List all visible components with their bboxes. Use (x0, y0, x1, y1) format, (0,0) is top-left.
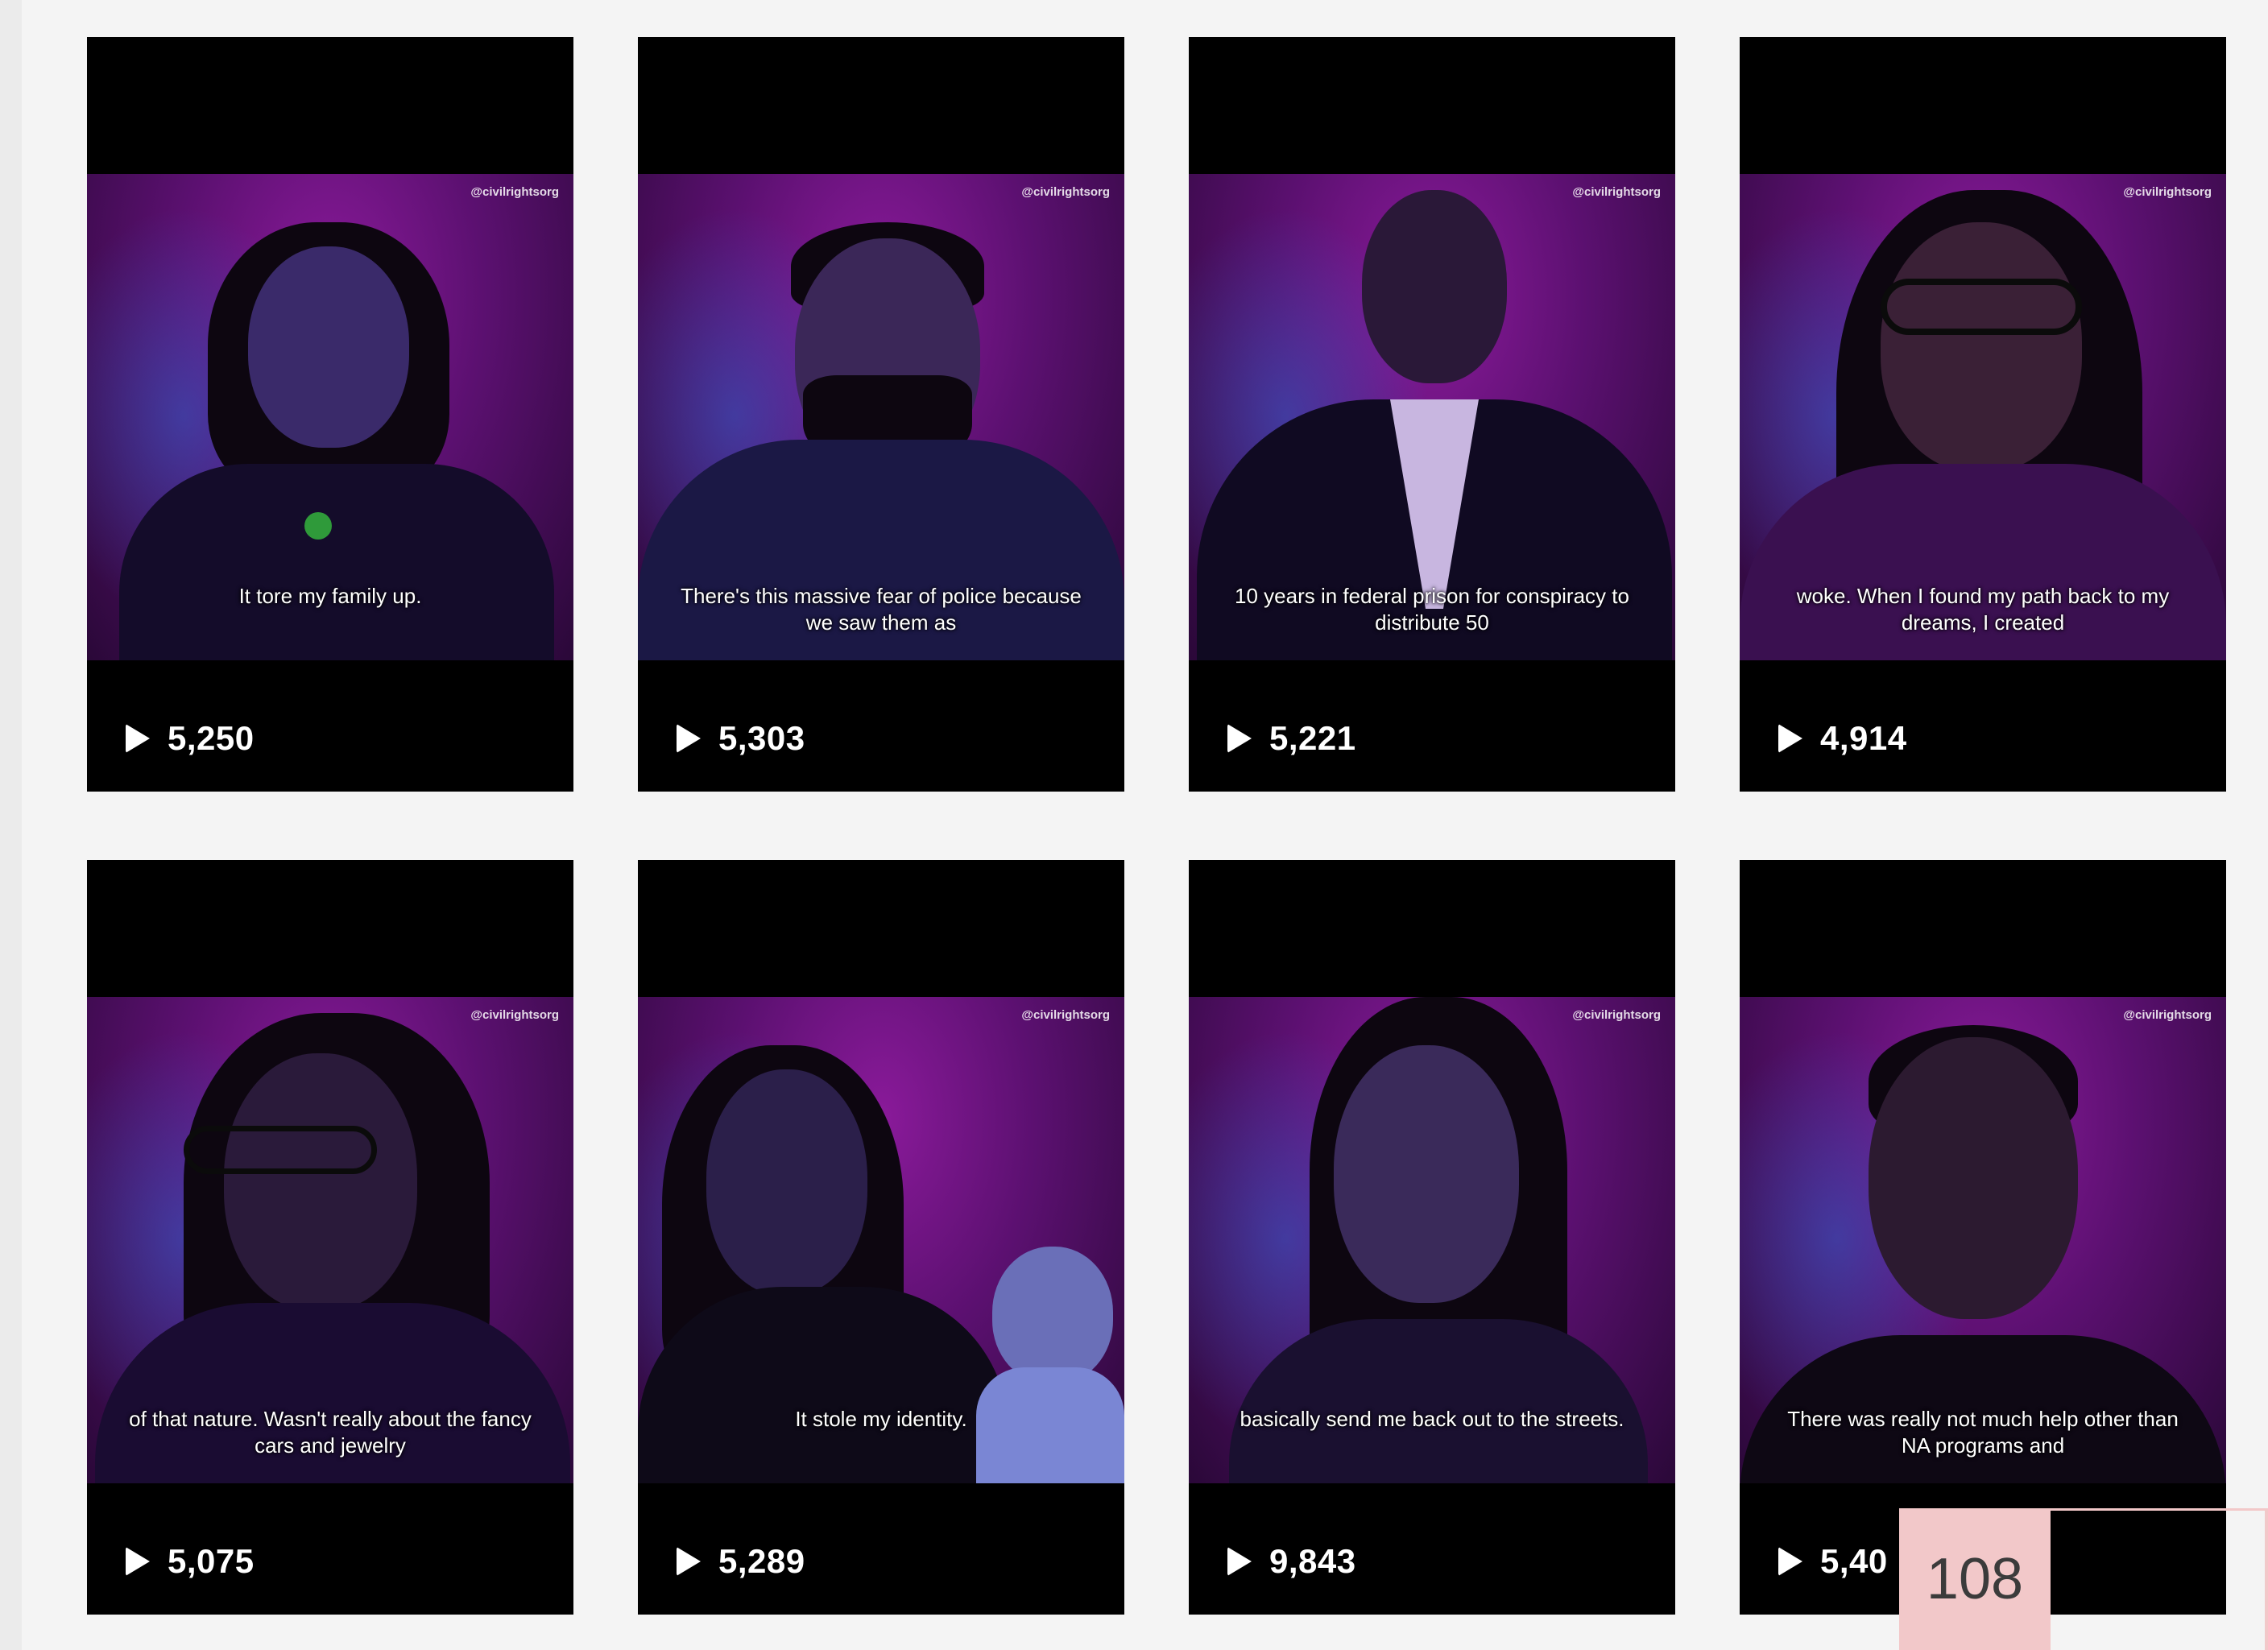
video-tile[interactable]: @civilrightsorg There's this massive fea… (638, 37, 1124, 792)
view-count: 4,914 (1778, 718, 1907, 759)
view-count-value: 5,075 (168, 1542, 255, 1580)
view-count: 5,075 (126, 1541, 255, 1582)
account-handle: @civilrightsorg (1572, 1008, 1661, 1022)
subtitle-caption: basically send me back out to the street… (1240, 1407, 1624, 1431)
view-count: 9,843 (1227, 1541, 1356, 1582)
view-count: 5,250 (126, 718, 255, 759)
view-count: 5,221 (1227, 718, 1356, 759)
play-icon (126, 1547, 150, 1576)
page-badge-border (2265, 1508, 2268, 1650)
view-count-value: 5,303 (718, 719, 805, 757)
account-handle: @civilrightsorg (470, 1008, 559, 1022)
video-tile[interactable]: @civilrightsorg 10 years in federal pris… (1189, 37, 1675, 792)
play-icon (1778, 724, 1802, 753)
video-thumbnail: @civilrightsorg There was really not muc… (1740, 997, 2226, 1483)
video-tile[interactable]: @civilrightsorg It tore my family up. 5,… (87, 37, 573, 792)
play-icon (126, 724, 150, 753)
video-thumbnail: @civilrightsorg It stole my identity. (638, 997, 1124, 1483)
page-number: 108 (1899, 1508, 2051, 1650)
account-handle: @civilrightsorg (470, 185, 559, 199)
view-count-value: 5,40 (1820, 1542, 1888, 1580)
subtitle-caption: It stole my identity. (795, 1407, 967, 1431)
video-grid: @civilrightsorg It tore my family up. 5,… (0, 0, 2268, 1650)
video-tile[interactable]: @civilrightsorg of that nature. Wasn't r… (87, 860, 573, 1615)
video-grid-page: @civilrightsorg It tore my family up. 5,… (0, 0, 2268, 1650)
video-thumbnail: @civilrightsorg It tore my family up. (87, 174, 573, 660)
play-icon (1227, 724, 1252, 753)
video-tile[interactable]: @civilrightsorg It stole my identity. 5,… (638, 860, 1124, 1615)
account-handle: @civilrightsorg (1572, 185, 1661, 199)
video-thumbnail: @civilrightsorg of that nature. Wasn't r… (87, 997, 573, 1483)
play-icon (1778, 1547, 1802, 1576)
account-handle: @civilrightsorg (2123, 185, 2212, 199)
page-badge-border (2051, 1508, 2268, 1511)
subtitle-caption: There was really not much help other tha… (1787, 1407, 2179, 1458)
account-handle: @civilrightsorg (1021, 1008, 1110, 1022)
view-count: 5,40 (1778, 1541, 1888, 1582)
view-count-value: 5,221 (1269, 719, 1356, 757)
video-tile[interactable]: @civilrightsorg basically send me back o… (1189, 860, 1675, 1615)
view-count-value: 9,843 (1269, 1542, 1356, 1580)
view-count-value: 5,250 (168, 719, 255, 757)
subtitle-caption: 10 years in federal prison for conspirac… (1235, 584, 1629, 635)
video-thumbnail: @civilrightsorg woke. When I found my pa… (1740, 174, 2226, 660)
view-count: 5,303 (677, 718, 805, 759)
video-tile[interactable]: @civilrightsorg woke. When I found my pa… (1740, 37, 2226, 792)
play-icon (677, 724, 701, 753)
view-count-value: 5,289 (718, 1542, 805, 1580)
play-icon (1227, 1547, 1252, 1576)
subtitle-caption: woke. When I found my path back to my dr… (1796, 584, 2170, 635)
view-count-value: 4,914 (1820, 719, 1907, 757)
video-tile[interactable]: @civilrightsorg There was really not muc… (1740, 860, 2226, 1615)
video-thumbnail: @civilrightsorg There's this massive fea… (638, 174, 1124, 660)
subtitle-caption: of that nature. Wasn't really about the … (129, 1407, 532, 1458)
play-icon (677, 1547, 701, 1576)
account-handle: @civilrightsorg (1021, 185, 1110, 199)
video-thumbnail: @civilrightsorg basically send me back o… (1189, 997, 1675, 1483)
account-handle: @civilrightsorg (2123, 1008, 2212, 1022)
video-thumbnail: @civilrightsorg 10 years in federal pris… (1189, 174, 1675, 660)
subtitle-caption: It tore my family up. (238, 584, 422, 608)
view-count: 5,289 (677, 1541, 805, 1582)
subtitle-caption: There's this massive fear of police beca… (681, 584, 1082, 635)
